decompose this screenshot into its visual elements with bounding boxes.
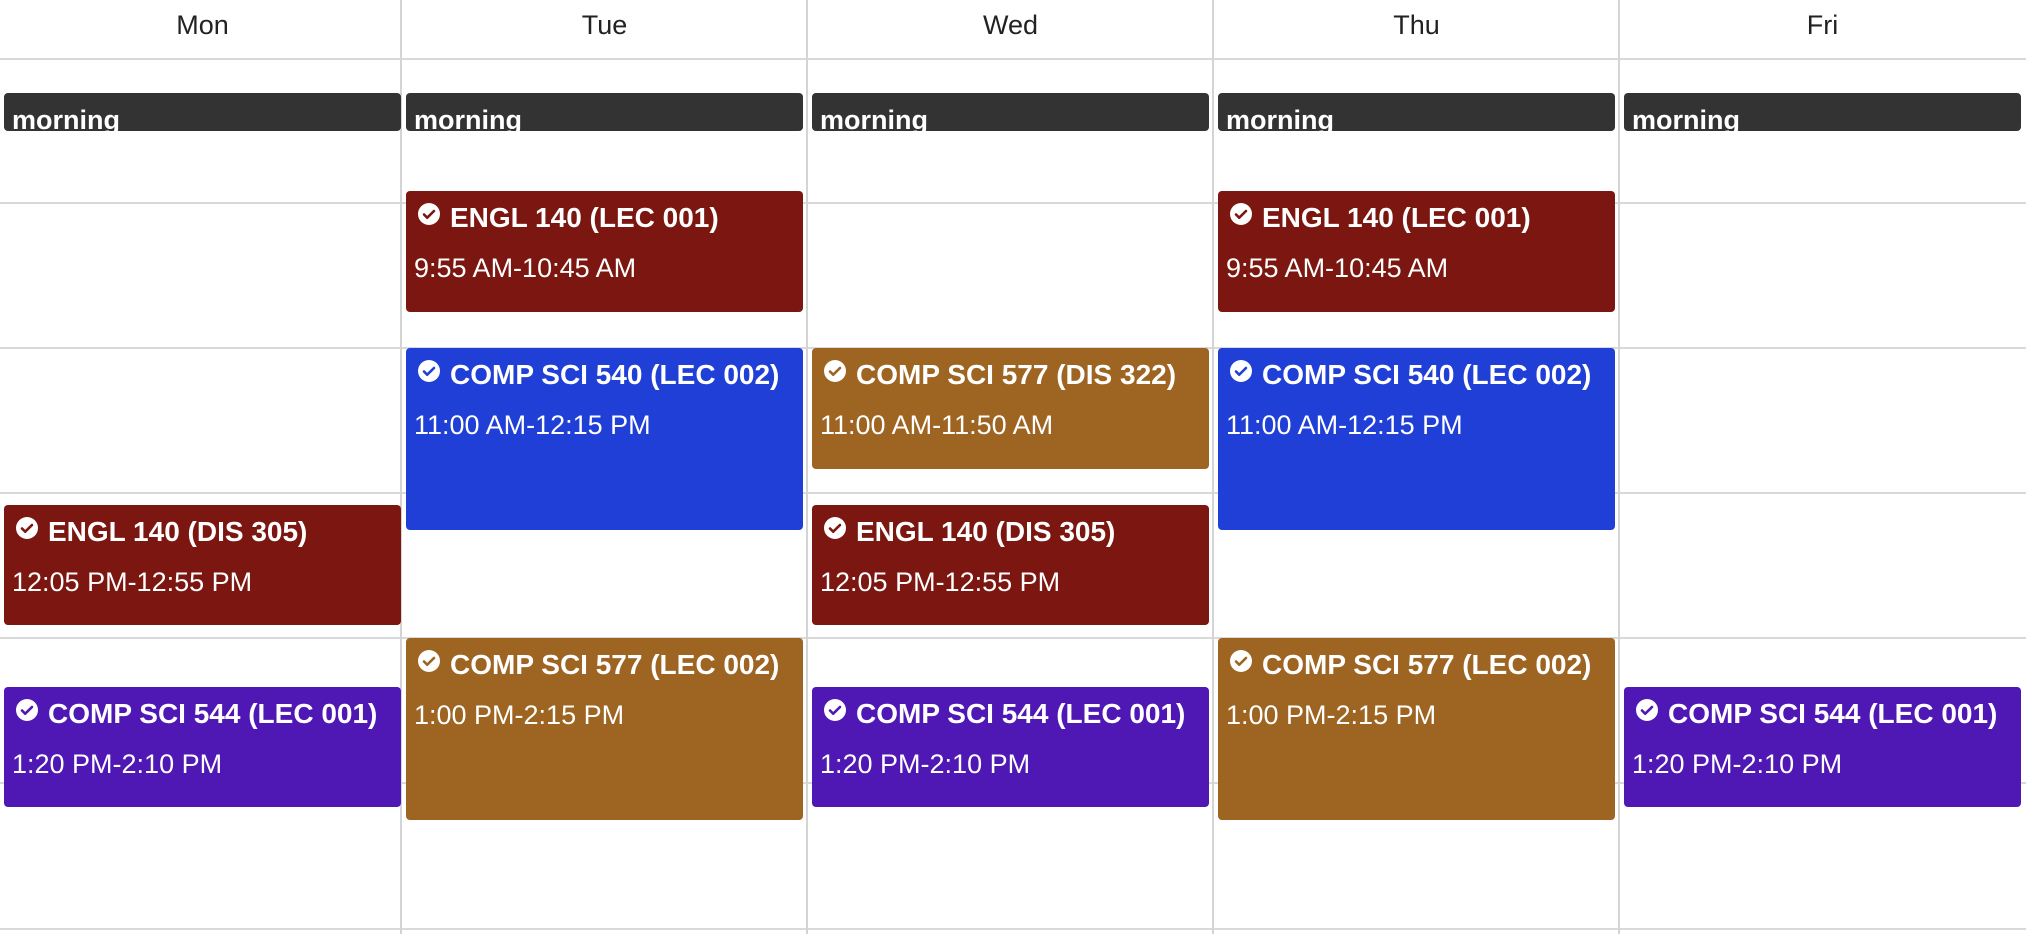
- event-time: 1:20 PM-2:10 PM: [820, 749, 1031, 779]
- day-header: Mon: [176, 10, 229, 40]
- event-block[interactable]: ENGL 140 (LEC 001) 9:55 AM-10:45 AM: [1218, 191, 1615, 312]
- event-block[interactable]: COMP SCI 544 (LEC 001) 1:20 PM-2:10 PM: [4, 687, 401, 807]
- event-time: 9:55 AM-10:45 AM: [1226, 253, 1449, 283]
- check-circle-icon: [16, 699, 38, 721]
- event-title: ENGL 140 (DIS 305): [856, 516, 1116, 547]
- event-title: COMP SCI 540 (LEC 002): [450, 359, 780, 390]
- check-circle-icon: [824, 517, 846, 539]
- event-block[interactable]: ENGL 140 (DIS 305) 12:05 PM-12:55 PM: [4, 505, 401, 625]
- check-circle-icon: [824, 360, 846, 382]
- morning-block[interactable]: morning: [406, 93, 803, 131]
- event-time: 12:05 PM-12:55 PM: [820, 567, 1061, 597]
- check-circle-icon: [1230, 203, 1252, 225]
- event-time: 11:00 AM-12:15 PM: [414, 410, 651, 440]
- check-circle-icon: [1230, 360, 1252, 382]
- check-circle-icon: [418, 203, 440, 225]
- event-time: 1:20 PM-2:10 PM: [1632, 749, 1843, 779]
- event-block[interactable]: COMP SCI 540 (LEC 002) 11:00 AM-12:15 PM: [406, 348, 803, 530]
- event-block[interactable]: COMP SCI 544 (LEC 001) 1:20 PM-2:10 PM: [1624, 687, 2021, 807]
- event-title: COMP SCI 577 (LEC 002): [450, 649, 780, 680]
- day-header: Thu: [1393, 10, 1440, 40]
- morning-block[interactable]: morning: [1218, 93, 1615, 131]
- event-title: ENGL 140 (LEC 001): [1262, 202, 1531, 233]
- day-column-tue: Tue morning ENGL 140 (LEC 001) 9:55 AM-1…: [402, 0, 807, 934]
- day-column-wed: Wed morning COMP SCI 577 (DIS 322) 11:00…: [808, 0, 1213, 934]
- morning-block[interactable]: morning: [812, 93, 1209, 131]
- event-time: 12:05 PM-12:55 PM: [12, 567, 253, 597]
- event-title: COMP SCI 577 (DIS 322): [856, 359, 1177, 390]
- event-block[interactable]: ENGL 140 (LEC 001) 9:55 AM-10:45 AM: [406, 191, 803, 312]
- event-block[interactable]: COMP SCI 577 (LEC 002) 1:00 PM-2:15 PM: [1218, 638, 1615, 820]
- morning-label: morning: [414, 105, 522, 131]
- event-time: 11:00 AM-11:50 AM: [820, 410, 1054, 440]
- check-circle-icon: [418, 650, 440, 672]
- event-title: COMP SCI 544 (LEC 001): [1668, 698, 1998, 729]
- event-title: COMP SCI 544 (LEC 001): [856, 698, 1186, 729]
- event-title: COMP SCI 540 (LEC 002): [1262, 359, 1592, 390]
- event-block[interactable]: COMP SCI 577 (DIS 322) 11:00 AM-11:50 AM: [812, 348, 1209, 469]
- check-circle-icon: [16, 517, 38, 539]
- event-time: 1:00 PM-2:15 PM: [414, 700, 625, 730]
- event-block[interactable]: COMP SCI 540 (LEC 002) 11:00 AM-12:15 PM: [1218, 348, 1615, 530]
- day-header: Wed: [982, 10, 1039, 40]
- morning-label: morning: [1632, 105, 1740, 131]
- check-circle-icon: [1636, 699, 1658, 721]
- morning-label: morning: [820, 105, 928, 131]
- check-circle-icon: [418, 360, 440, 382]
- check-circle-icon: [1230, 650, 1252, 672]
- event-time: 1:20 PM-2:10 PM: [12, 749, 223, 779]
- day-header: Fri: [1806, 10, 1839, 40]
- day-header: Tue: [581, 10, 628, 40]
- event-block[interactable]: ENGL 140 (DIS 305) 12:05 PM-12:55 PM: [812, 505, 1209, 625]
- event-title: COMP SCI 544 (LEC 001): [48, 698, 378, 729]
- weekly-calendar: Mon morning ENGL 140 (DIS 305) 12:05 PM-…: [0, 0, 2026, 934]
- event-time: 9:55 AM-10:45 AM: [414, 253, 637, 283]
- event-time: 1:00 PM-2:15 PM: [1226, 700, 1437, 730]
- event-title: ENGL 140 (LEC 001): [450, 202, 719, 233]
- event-time: 11:00 AM-12:15 PM: [1226, 410, 1463, 440]
- event-title: COMP SCI 577 (LEC 002): [1262, 649, 1592, 680]
- event-block[interactable]: COMP SCI 577 (LEC 002) 1:00 PM-2:15 PM: [406, 638, 803, 820]
- morning-label: morning: [1226, 105, 1334, 131]
- morning-label: morning: [12, 105, 120, 131]
- check-circle-icon: [824, 699, 846, 721]
- day-column-mon: Mon morning ENGL 140 (DIS 305) 12:05 PM-…: [0, 0, 405, 934]
- event-block[interactable]: COMP SCI 544 (LEC 001) 1:20 PM-2:10 PM: [812, 687, 1209, 807]
- morning-block[interactable]: morning: [1624, 93, 2021, 131]
- day-column-fri: Fri morning COMP SCI 544 (LEC 001) 1:20 …: [1620, 0, 2025, 934]
- morning-block[interactable]: morning: [4, 93, 401, 131]
- day-column-thu: Thu morning ENGL 140 (LEC 001) 9:55 AM-1…: [1214, 0, 1619, 934]
- event-title: ENGL 140 (DIS 305): [48, 516, 308, 547]
